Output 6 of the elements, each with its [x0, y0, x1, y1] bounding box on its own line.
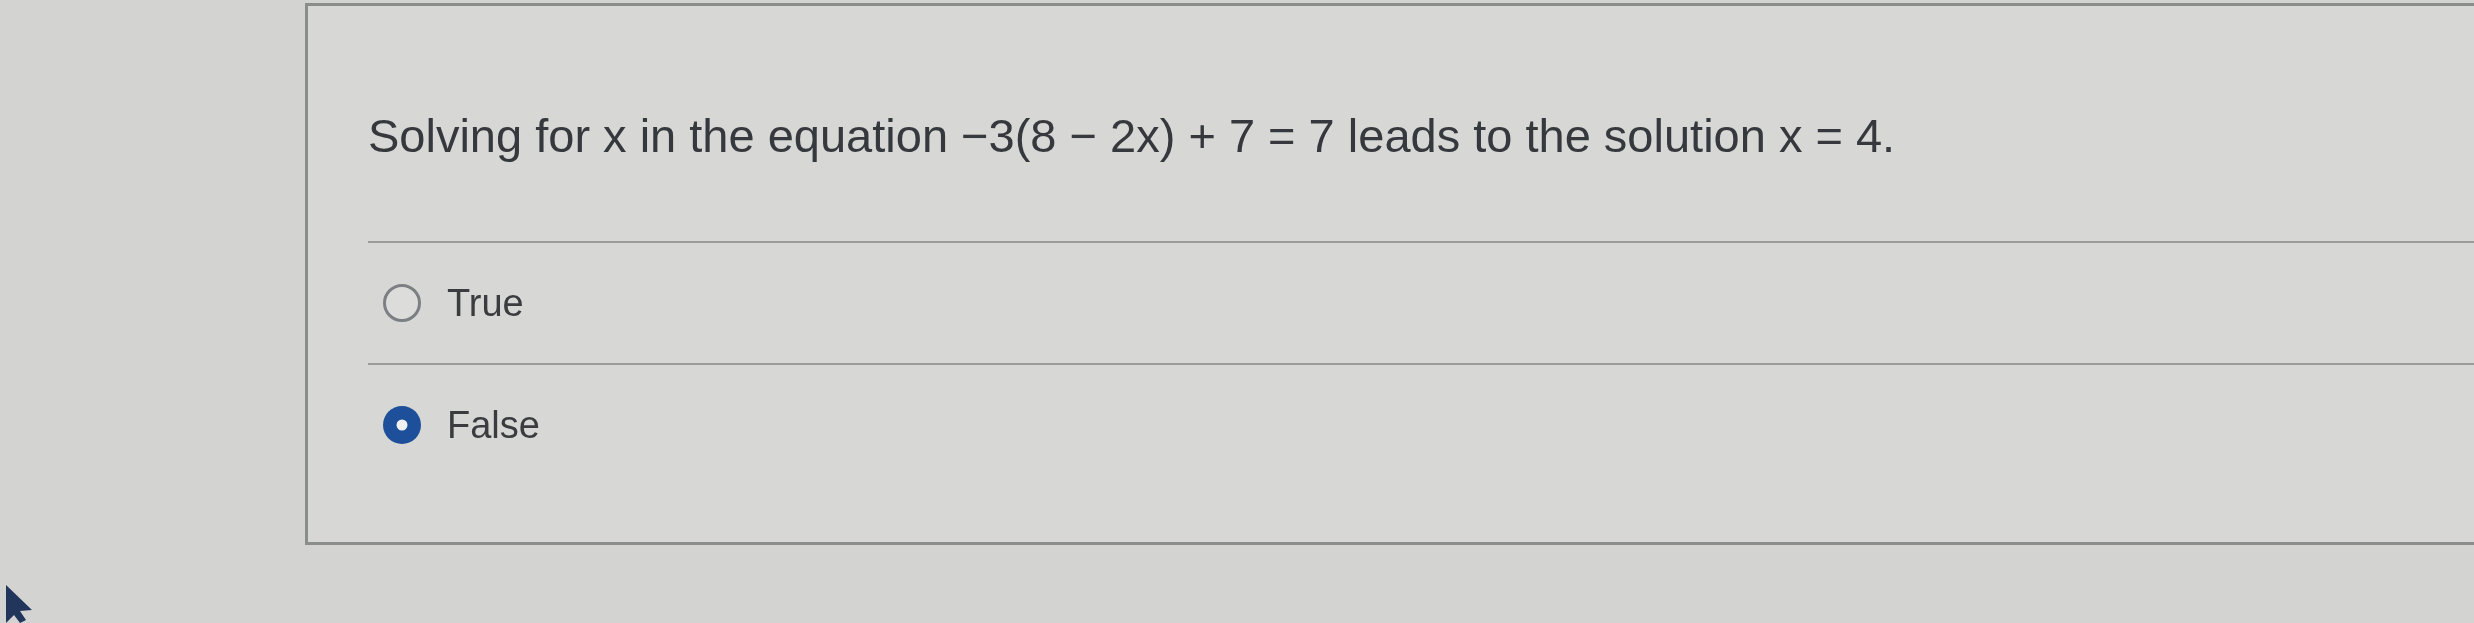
option-label[interactable]: False: [447, 402, 540, 448]
question-text: Solving for x in the equation −3(8 − 2x) + 7 = 7 leads to the solution x = 4.: [368, 108, 1897, 164]
mouse-pointer-icon: [4, 585, 34, 623]
radio-button[interactable]: [382, 405, 422, 445]
option-label[interactable]: True: [447, 280, 524, 326]
radio-button[interactable]: [382, 283, 422, 323]
